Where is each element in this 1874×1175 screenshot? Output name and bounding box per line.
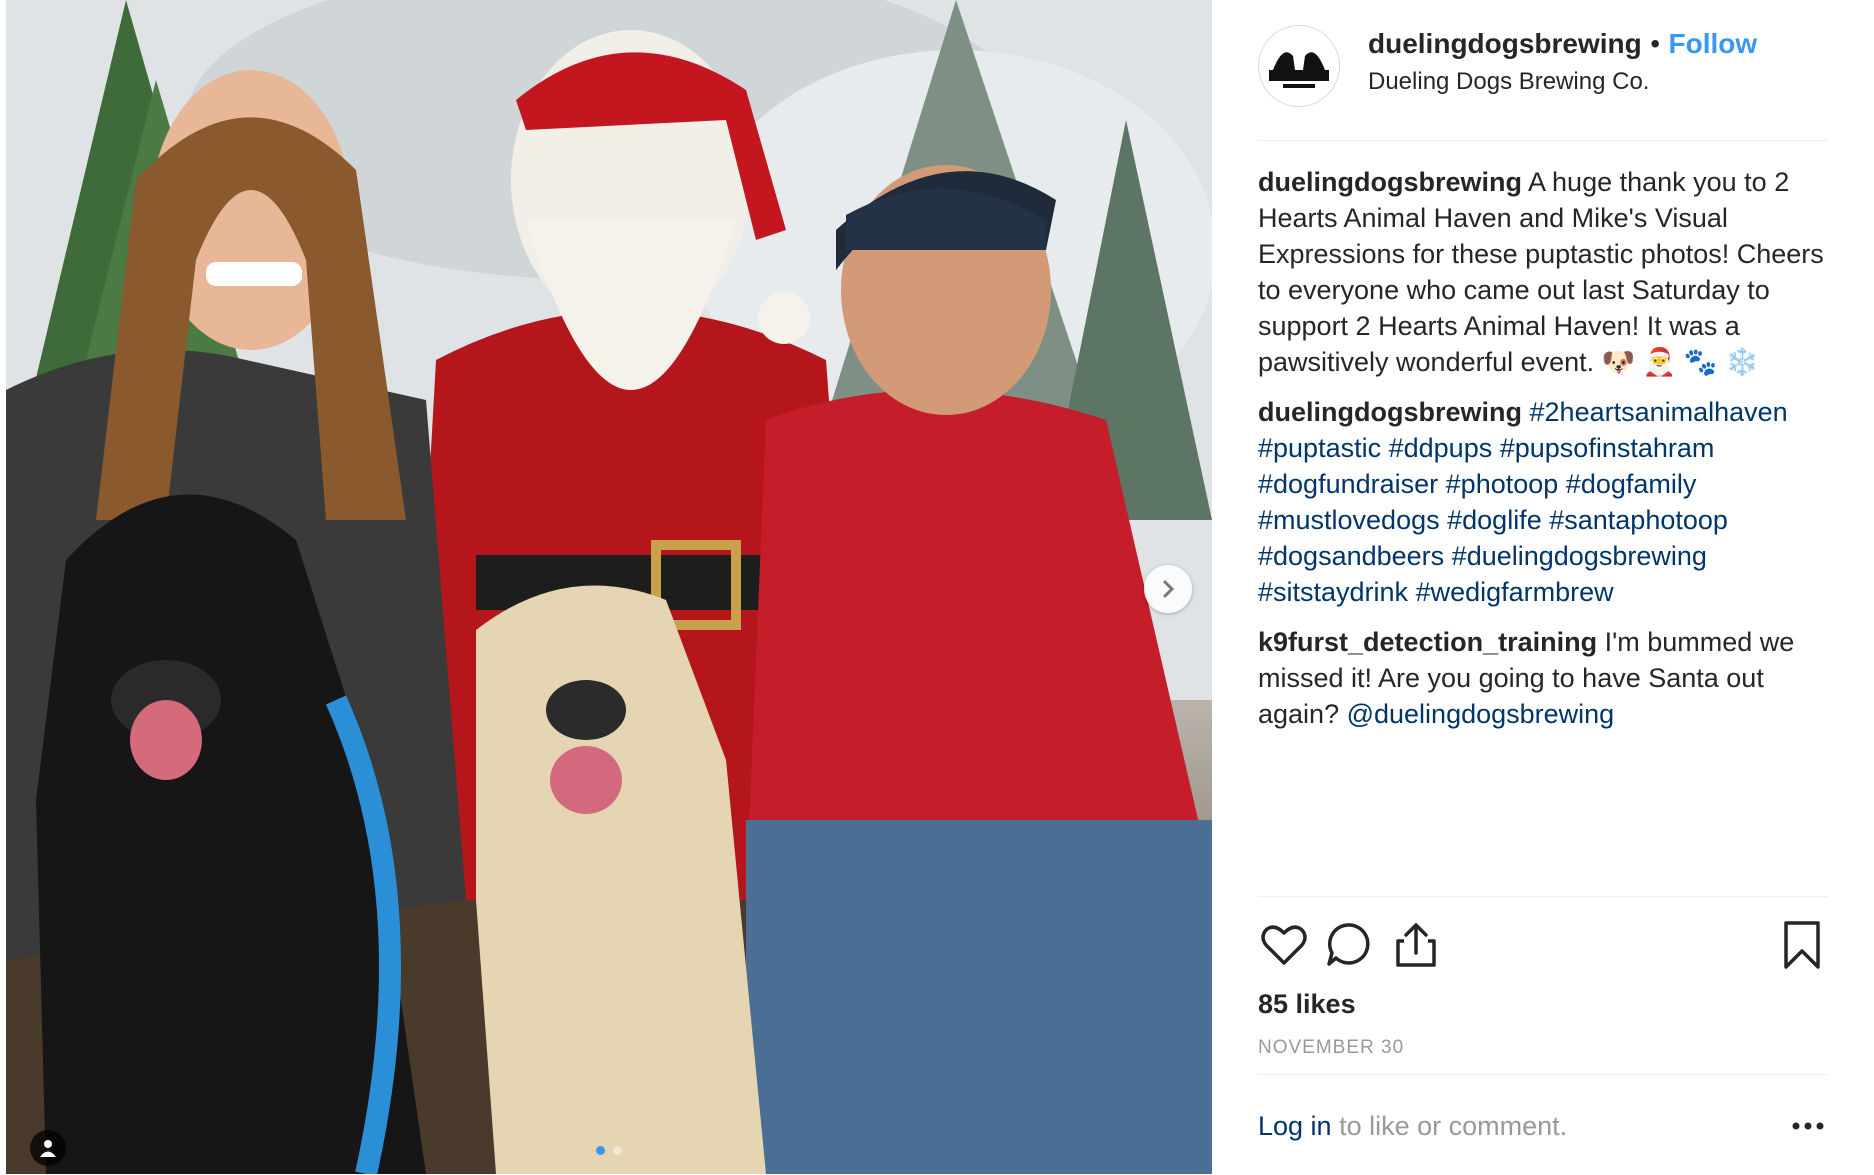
header-username[interactable]: duelingdogsbrewing bbox=[1368, 28, 1642, 59]
hashtag-link[interactable]: #dogfamily bbox=[1566, 469, 1697, 499]
caption-comment: duelingdogsbrewing A huge thank you to 2… bbox=[1258, 164, 1842, 380]
hashtag-link[interactable]: #mustlovedogs bbox=[1258, 505, 1440, 535]
hashtag-link[interactable]: #duelingdogsbrewing bbox=[1452, 541, 1707, 571]
login-prompt-text: Log in to like or comment. bbox=[1258, 1111, 1567, 1142]
post-photo[interactable] bbox=[6, 0, 1212, 1174]
save-button[interactable] bbox=[1776, 919, 1828, 971]
login-link[interactable]: Log in bbox=[1258, 1111, 1332, 1141]
comment-username[interactable]: k9furst_detection_training bbox=[1258, 627, 1597, 657]
login-suffix: to like or comment. bbox=[1331, 1111, 1568, 1141]
hashtag-link[interactable]: #dogsandbeers bbox=[1258, 541, 1444, 571]
share-icon bbox=[1396, 923, 1436, 967]
next-slide-button[interactable] bbox=[1144, 565, 1192, 613]
hashtag-link[interactable]: #dogfundraiser bbox=[1258, 469, 1438, 499]
hashtag-link[interactable]: #santaphotoop bbox=[1549, 505, 1728, 535]
tagged-users-button[interactable] bbox=[30, 1130, 66, 1166]
carousel-dot bbox=[596, 1146, 605, 1155]
post-date: NOVEMBER 30 bbox=[1258, 1037, 1405, 1058]
more-dots-icon bbox=[1792, 1122, 1824, 1130]
comment-username[interactable]: duelingdogsbrewing bbox=[1258, 167, 1522, 197]
hashtag-link[interactable]: #wedigfarmbrew bbox=[1416, 577, 1614, 607]
post-header: duelingdogsbrewing • Follow Dueling Dogs… bbox=[1258, 22, 1828, 141]
hashtag-link[interactable]: #2heartsanimalhaven bbox=[1530, 397, 1788, 427]
user-comment: k9furst_detection_training I'm bummed we… bbox=[1258, 624, 1842, 732]
share-button[interactable] bbox=[1390, 919, 1442, 971]
header-line: duelingdogsbrewing • Follow bbox=[1368, 28, 1757, 60]
hashtag-link[interactable]: #doglife bbox=[1447, 505, 1542, 535]
more-options-button[interactable] bbox=[1788, 1111, 1828, 1141]
heart-icon bbox=[1261, 925, 1307, 965]
mention-link[interactable]: @duelingdogsbrewing bbox=[1347, 699, 1615, 729]
user-tag-icon bbox=[40, 1140, 56, 1157]
carousel-indicator bbox=[596, 1146, 622, 1155]
hashtag-comment: duelingdogsbrewing #2heartsanimalhaven #… bbox=[1258, 394, 1842, 610]
brewery-logo-icon bbox=[1261, 28, 1337, 104]
hashtag-link[interactable]: #ddpups bbox=[1389, 433, 1493, 463]
location-link[interactable]: Dueling Dogs Brewing Co. bbox=[1368, 68, 1649, 96]
hashtag-link[interactable]: #photoop bbox=[1446, 469, 1559, 499]
post-actions: 85 likes NOVEMBER 30 bbox=[1258, 896, 1828, 1097]
action-icons-row bbox=[1258, 919, 1828, 975]
comment-username[interactable]: duelingdogsbrewing bbox=[1258, 397, 1522, 427]
comment-text: A huge thank you to 2 Hearts Animal Have… bbox=[1258, 167, 1824, 377]
comment-button[interactable] bbox=[1324, 919, 1376, 971]
like-button[interactable] bbox=[1258, 919, 1310, 971]
login-prompt: Log in to like or comment. bbox=[1258, 1074, 1828, 1175]
chevron-right-icon bbox=[1163, 580, 1175, 598]
likes-count[interactable]: 85 likes bbox=[1258, 989, 1356, 1020]
comment-icon bbox=[1327, 923, 1370, 966]
comments-list: duelingdogsbrewing A huge thank you to 2… bbox=[1258, 164, 1842, 746]
avatar[interactable] bbox=[1258, 25, 1340, 107]
hashtag-link[interactable]: #sitstaydrink bbox=[1258, 577, 1408, 607]
bookmark-icon bbox=[1784, 921, 1820, 969]
carousel-dot bbox=[613, 1146, 622, 1155]
hashtag-link[interactable]: #puptastic bbox=[1258, 433, 1381, 463]
follow-button[interactable]: Follow bbox=[1668, 28, 1757, 59]
hashtag-link[interactable]: #pupsofinstahram bbox=[1500, 433, 1715, 463]
header-separator: • bbox=[1650, 28, 1661, 59]
post-details-panel: duelingdogsbrewing • Follow Dueling Dogs… bbox=[1212, 0, 1874, 1174]
photo-scene bbox=[6, 0, 1212, 1174]
